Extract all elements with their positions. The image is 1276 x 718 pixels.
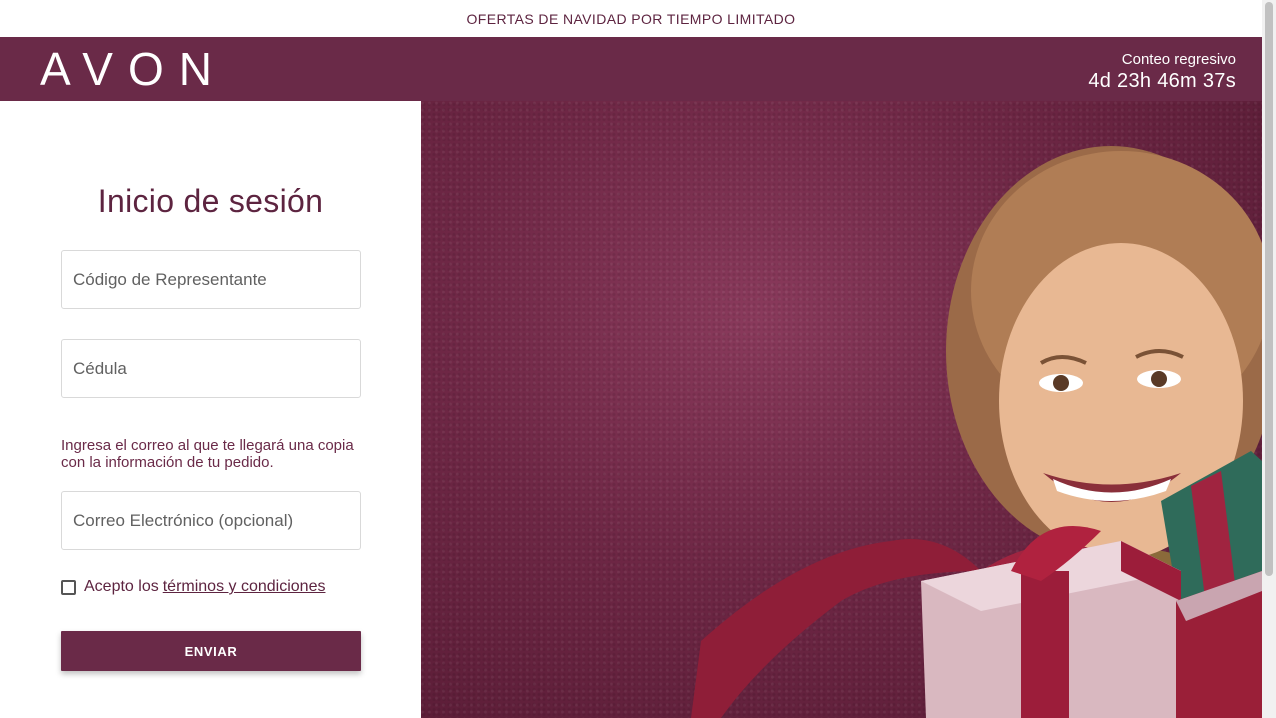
terms-row: Acepto los términos y condiciones — [61, 578, 325, 596]
terms-link[interactable]: términos y condiciones — [163, 578, 326, 596]
hero-image — [421, 101, 1262, 718]
submit-button[interactable]: ENVIAR — [61, 631, 361, 671]
countdown-timer: 4d 23h 46m 37s — [1088, 70, 1236, 92]
representative-code-input[interactable] — [61, 250, 361, 309]
email-hint-text: Ingresa el correo al que te llegará una … — [61, 437, 354, 471]
promo-text: OFERTAS DE NAVIDAD POR TIEMPO LIMITADO — [466, 10, 796, 27]
promo-banner: OFERTAS DE NAVIDAD POR TIEMPO LIMITADO — [0, 0, 1262, 37]
page-scrollbar[interactable] — [1262, 0, 1276, 718]
countdown: Conteo regresivo 4d 23h 46m 37s — [1088, 51, 1236, 93]
terms-label: Acepto los — [84, 578, 159, 595]
id-number-input[interactable] — [61, 339, 361, 398]
terms-checkbox[interactable] — [61, 579, 76, 595]
countdown-label: Conteo regresivo — [1121, 51, 1236, 68]
login-title: Inicio de sesión — [97, 183, 324, 219]
email-input[interactable] — [61, 491, 361, 550]
login-panel: Inicio de sesión Ingresa el correo al qu… — [0, 101, 421, 718]
scrollbar-thumb[interactable] — [1265, 2, 1273, 576]
site-header: AVON Conteo regresivo 4d 23h 46m 37s — [0, 37, 1262, 101]
avon-logo[interactable]: AVON — [40, 45, 227, 93]
woman-with-gifts-image — [691, 146, 1262, 718]
